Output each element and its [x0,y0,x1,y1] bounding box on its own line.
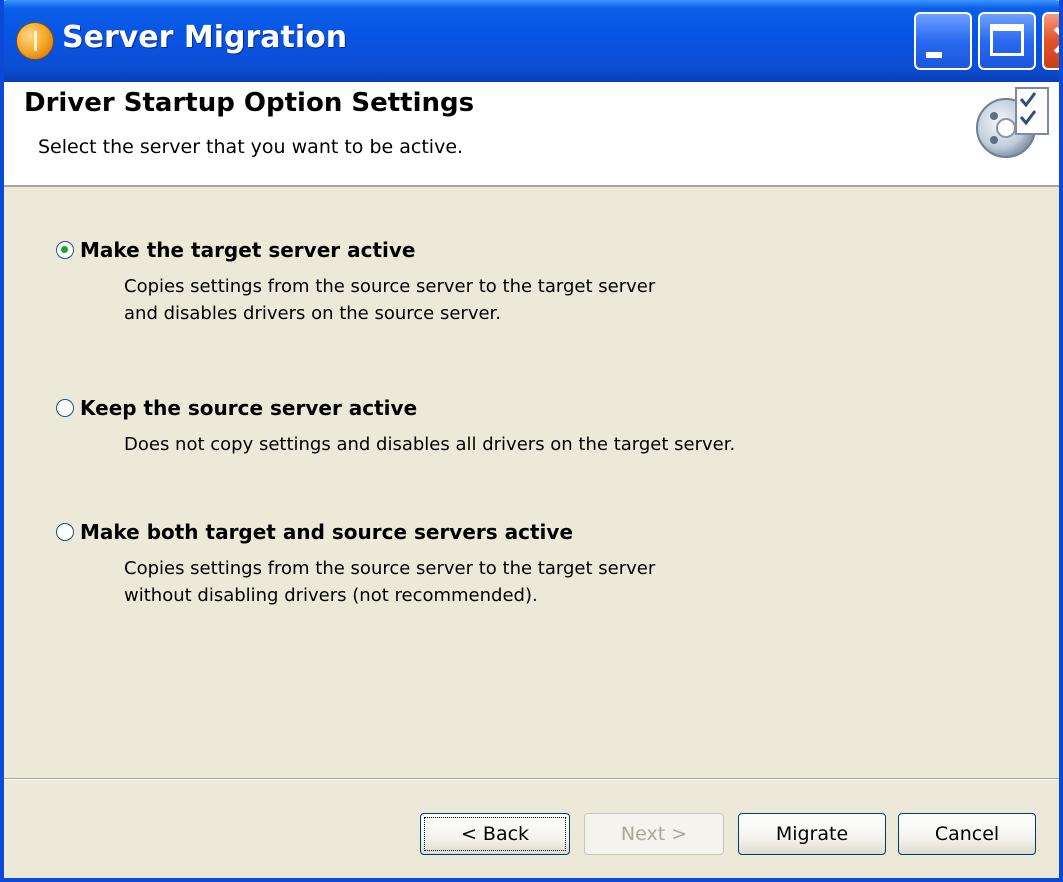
radio-row[interactable]: Make both target and source servers acti… [56,517,956,547]
option-source-active: Keep the source server active Does not c… [56,393,956,458]
description-line: Copies settings from the source server t… [124,558,656,579]
option-label[interactable]: Make the target server active [80,238,415,262]
wizard-header: Driver Startup Option Settings Select th… [4,82,1059,187]
option-label[interactable]: Make both target and source servers acti… [80,520,573,544]
option-label[interactable]: Keep the source server active [80,396,417,420]
radio-row[interactable]: Make the target server active [56,235,956,265]
option-description: Copies settings from the source server t… [124,555,956,609]
migrate-button[interactable]: Migrate [738,813,886,855]
cancel-button[interactable]: Cancel [898,813,1036,855]
next-button[interactable]: Next > [584,813,724,855]
option-target-active: Make the target server active Copies set… [56,235,956,327]
radio-button[interactable] [56,523,74,541]
server-migration-window: Server Migration ✕ Driver Startup Option… [0,0,1063,882]
radio-row[interactable]: Keep the source server active [56,393,956,423]
minimize-icon [926,52,942,58]
back-button[interactable]: < Back [420,813,570,855]
maximize-icon [990,24,1024,56]
option-both-active: Make both target and source servers acti… [56,517,956,609]
maximize-button[interactable] [978,12,1036,70]
settings-checklist-icon [976,87,1049,158]
description-line: and disables drivers on the source serve… [124,303,502,324]
option-description: Does not copy settings and disables all … [124,431,956,458]
description-line: Does not copy settings and disables all … [124,434,736,455]
window-title: Server Migration [62,20,348,55]
minimize-button[interactable] [914,12,972,70]
description-line: without disabling drivers (not recommend… [124,585,538,606]
title-bar[interactable]: Server Migration ✕ [4,0,1059,82]
description-line: Copies settings from the source server t… [124,276,656,297]
close-icon: ✕ [1048,14,1059,68]
app-icon [16,22,54,60]
footer-divider [4,778,1059,780]
page-subtitle: Select the server that you want to be ac… [38,136,464,158]
radio-button[interactable] [56,399,74,417]
option-description: Copies settings from the source server t… [124,273,956,327]
page-title: Driver Startup Option Settings [24,88,475,118]
radio-button-selected[interactable] [56,241,74,259]
close-button[interactable]: ✕ [1042,12,1059,70]
